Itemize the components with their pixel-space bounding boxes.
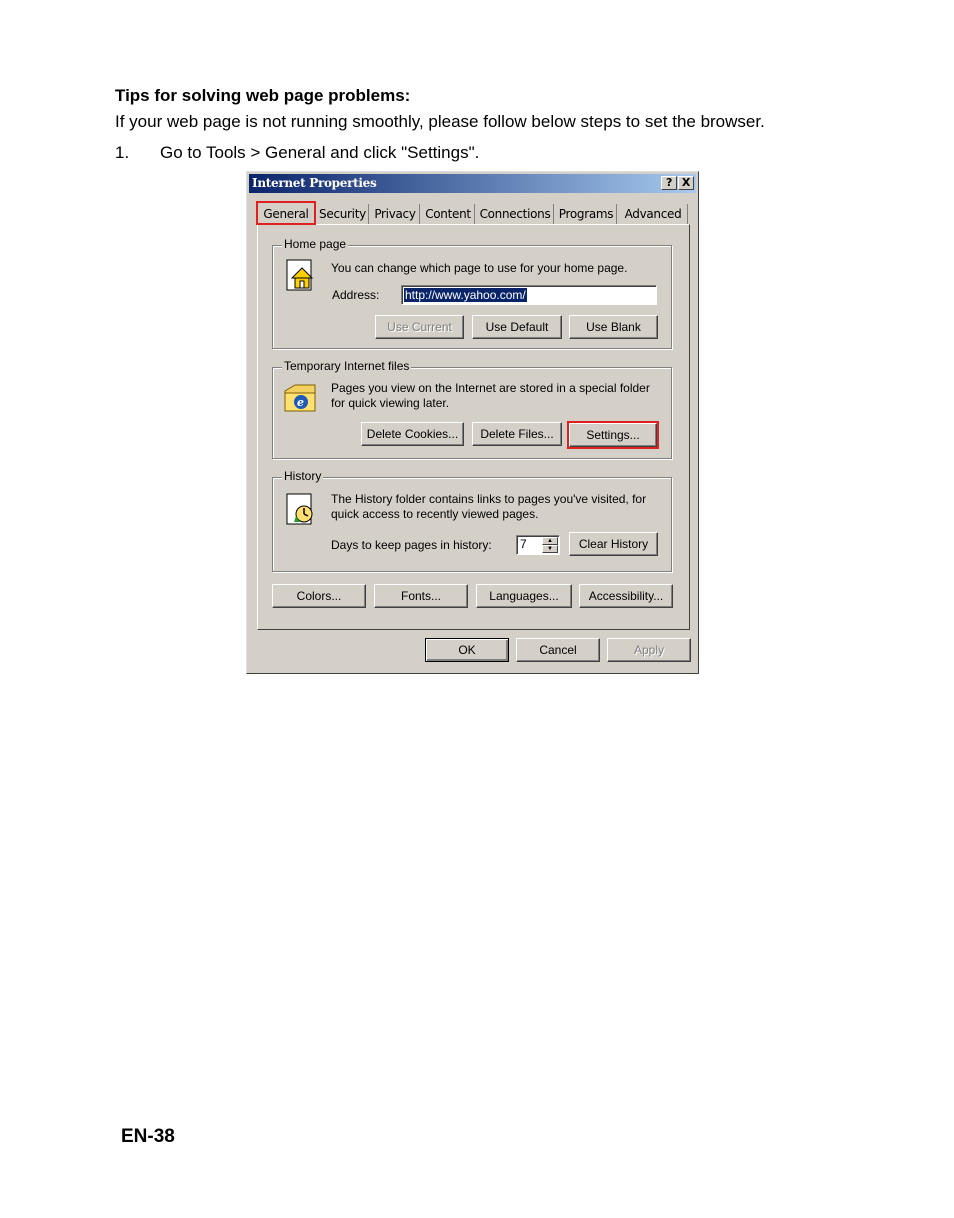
home-page-description: You can change which page to use for you…	[331, 261, 628, 275]
accessibility-button[interactable]: Accessibility...	[579, 584, 673, 608]
settings-button[interactable]: Settings...	[567, 421, 659, 449]
clear-history-button[interactable]: Clear History	[569, 532, 658, 556]
tab-advanced[interactable]: Advanced	[619, 204, 688, 224]
section-heading: Tips for solving web page problems:	[115, 86, 411, 105]
use-current-button[interactable]: Use Current	[375, 315, 464, 339]
days-label: Days to keep pages in history:	[331, 538, 492, 552]
apply-button[interactable]: Apply	[607, 638, 691, 662]
tab-connections[interactable]: Connections	[477, 204, 554, 224]
tab-privacy[interactable]: Privacy	[371, 204, 420, 224]
svg-text:e: e	[297, 396, 304, 409]
close-button[interactable]: X	[678, 176, 694, 190]
history-legend: History	[282, 469, 324, 483]
ok-button[interactable]: OK	[425, 638, 509, 662]
tab-content[interactable]: Content	[422, 204, 475, 224]
spin-down-icon[interactable]: ▼	[542, 545, 558, 553]
intro-text: If your web page is not running smoothly…	[115, 112, 765, 131]
dialog-title: Internet Properties	[252, 176, 377, 190]
delete-files-button[interactable]: Delete Files...	[472, 422, 562, 446]
temp-files-description-line1: Pages you view on the Internet are store…	[331, 381, 650, 395]
help-button[interactable]: ?	[661, 176, 677, 190]
tab-general[interactable]: General	[256, 201, 316, 225]
temp-files-legend: Temporary Internet files	[282, 359, 412, 373]
tab-security[interactable]: Security	[317, 204, 369, 224]
address-label: Address:	[332, 288, 380, 302]
cancel-button[interactable]: Cancel	[516, 638, 600, 662]
use-default-button[interactable]: Use Default	[472, 315, 562, 339]
page-number: EN-38	[121, 1126, 175, 1147]
temp-files-description-line2: for quick viewing later.	[331, 396, 450, 410]
colors-button[interactable]: Colors...	[272, 584, 366, 608]
use-blank-button[interactable]: Use Blank	[569, 315, 658, 339]
step-text: Go to Tools > General and click "Setting…	[160, 143, 480, 162]
spin-up-icon[interactable]: ▲	[542, 537, 558, 545]
history-description-line2: quick access to recently viewed pages.	[331, 507, 539, 521]
ie-folder-icon: e	[284, 384, 316, 412]
home-page-legend: Home page	[282, 237, 349, 251]
address-value: http://www.yahoo.com/	[404, 288, 527, 302]
days-value: 7	[520, 537, 527, 551]
history-icon	[286, 493, 313, 525]
address-input[interactable]: http://www.yahoo.com/	[401, 285, 657, 305]
days-spinner[interactable]: ▲ ▼	[542, 537, 558, 553]
languages-button[interactable]: Languages...	[476, 584, 572, 608]
fonts-button[interactable]: Fonts...	[374, 584, 468, 608]
step-number: 1.	[115, 143, 130, 162]
history-description-line1: The History folder contains links to pag…	[331, 492, 647, 506]
delete-cookies-button[interactable]: Delete Cookies...	[361, 422, 464, 446]
dialog-titlebar: Internet Properties ? X	[249, 174, 696, 193]
home-page-icon	[286, 259, 314, 291]
days-stepper[interactable]: 7 ▲ ▼	[516, 535, 560, 555]
tab-programs[interactable]: Programs	[556, 204, 617, 224]
